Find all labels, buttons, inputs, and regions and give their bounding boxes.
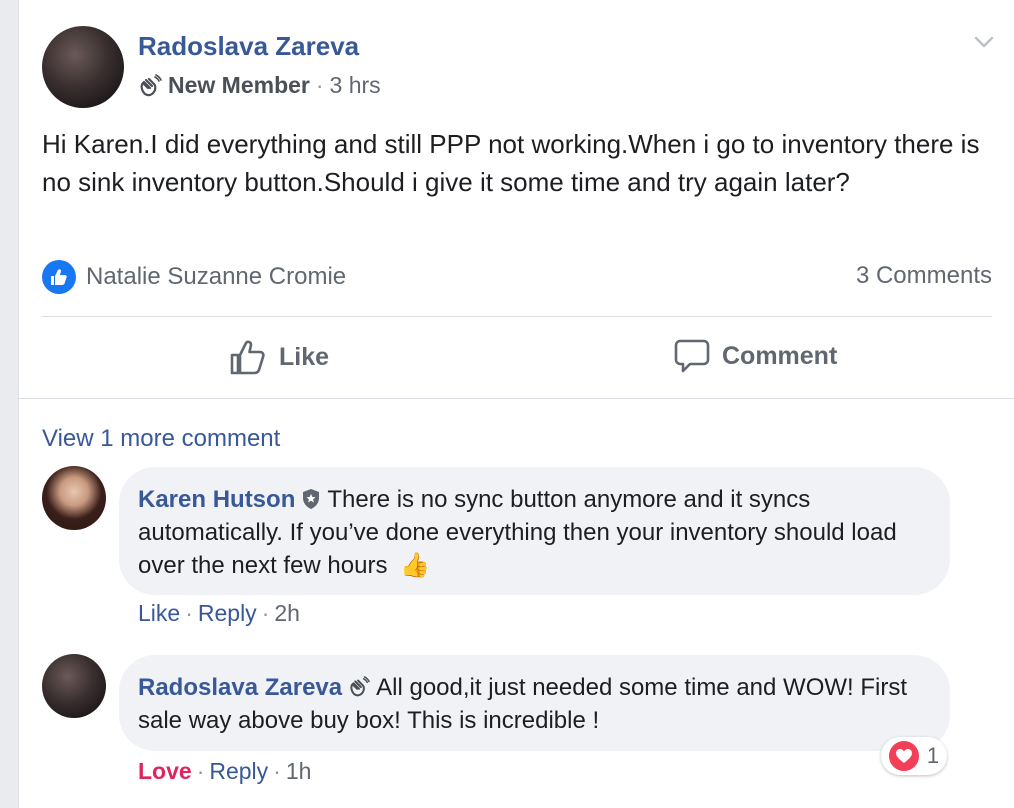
waving-hand-icon [350, 676, 370, 697]
commenter-name[interactable]: Radoslava Zareva [138, 674, 342, 701]
reaction-count: 1 [926, 743, 940, 768]
heart-icon [888, 741, 919, 771]
comment-button-label: Comment [722, 341, 838, 370]
post-card: Radoslava Zareva New Member · 3 hrs Hi K… [18, 0, 1014, 808]
author-avatar[interactable] [42, 26, 124, 108]
separator-dot: · [315, 72, 324, 98]
comment-reactions[interactable]: 1 [881, 737, 947, 775]
thumbs-up-emoji-icon: 👍 [400, 552, 431, 579]
member-badge-label: New Member [168, 72, 310, 98]
speech-bubble-icon [674, 339, 710, 373]
reactor-name[interactable]: Natalie Suzanne Cromie [86, 263, 346, 291]
post-time[interactable]: 3 hrs [330, 72, 381, 99]
comment-time[interactable]: 2h [274, 600, 300, 626]
chevron-down-icon[interactable] [972, 30, 996, 54]
divider [42, 316, 992, 317]
comment-like-link[interactable]: Like [138, 600, 180, 626]
commenter-avatar[interactable] [42, 654, 106, 718]
reactions-summary[interactable]: Natalie Suzanne Cromie [42, 260, 346, 294]
comment-reply-link[interactable]: Reply [198, 600, 257, 626]
comment-bubble: Radoslava Zareva All good,it just needed… [119, 655, 950, 751]
comment-bubble: Karen Hutson There is no sync button any… [119, 467, 950, 595]
comment-meta: Like · Reply · 2h [138, 600, 300, 626]
comment-time[interactable]: 1h [286, 758, 312, 784]
commenter-name[interactable]: Karen Hutson [138, 486, 295, 513]
comment-reply-link[interactable]: Reply [209, 758, 268, 784]
like-button-label: Like [279, 342, 330, 371]
view-more-comments-link[interactable]: View 1 more comment [42, 425, 280, 453]
divider [19, 398, 1014, 399]
comment-meta: Love · Reply · 1h [138, 758, 312, 784]
waving-hand-icon [140, 73, 162, 96]
admin-shield-icon [303, 489, 320, 510]
like-reaction-icon [42, 260, 76, 294]
comment-love-link[interactable]: Love [138, 758, 192, 784]
post-body: Hi Karen.I did everything and still PPP … [42, 129, 980, 197]
commenter-avatar[interactable] [42, 466, 106, 530]
comment-button[interactable]: Comment [674, 338, 837, 374]
thumbs-up-outline-icon [230, 340, 265, 375]
author-name[interactable]: Radoslava Zareva [138, 31, 359, 62]
like-button[interactable]: Like [229, 338, 329, 376]
comment-count[interactable]: 3 Comments [856, 262, 992, 290]
member-badge-row: New Member · 3 hrs [138, 72, 381, 99]
